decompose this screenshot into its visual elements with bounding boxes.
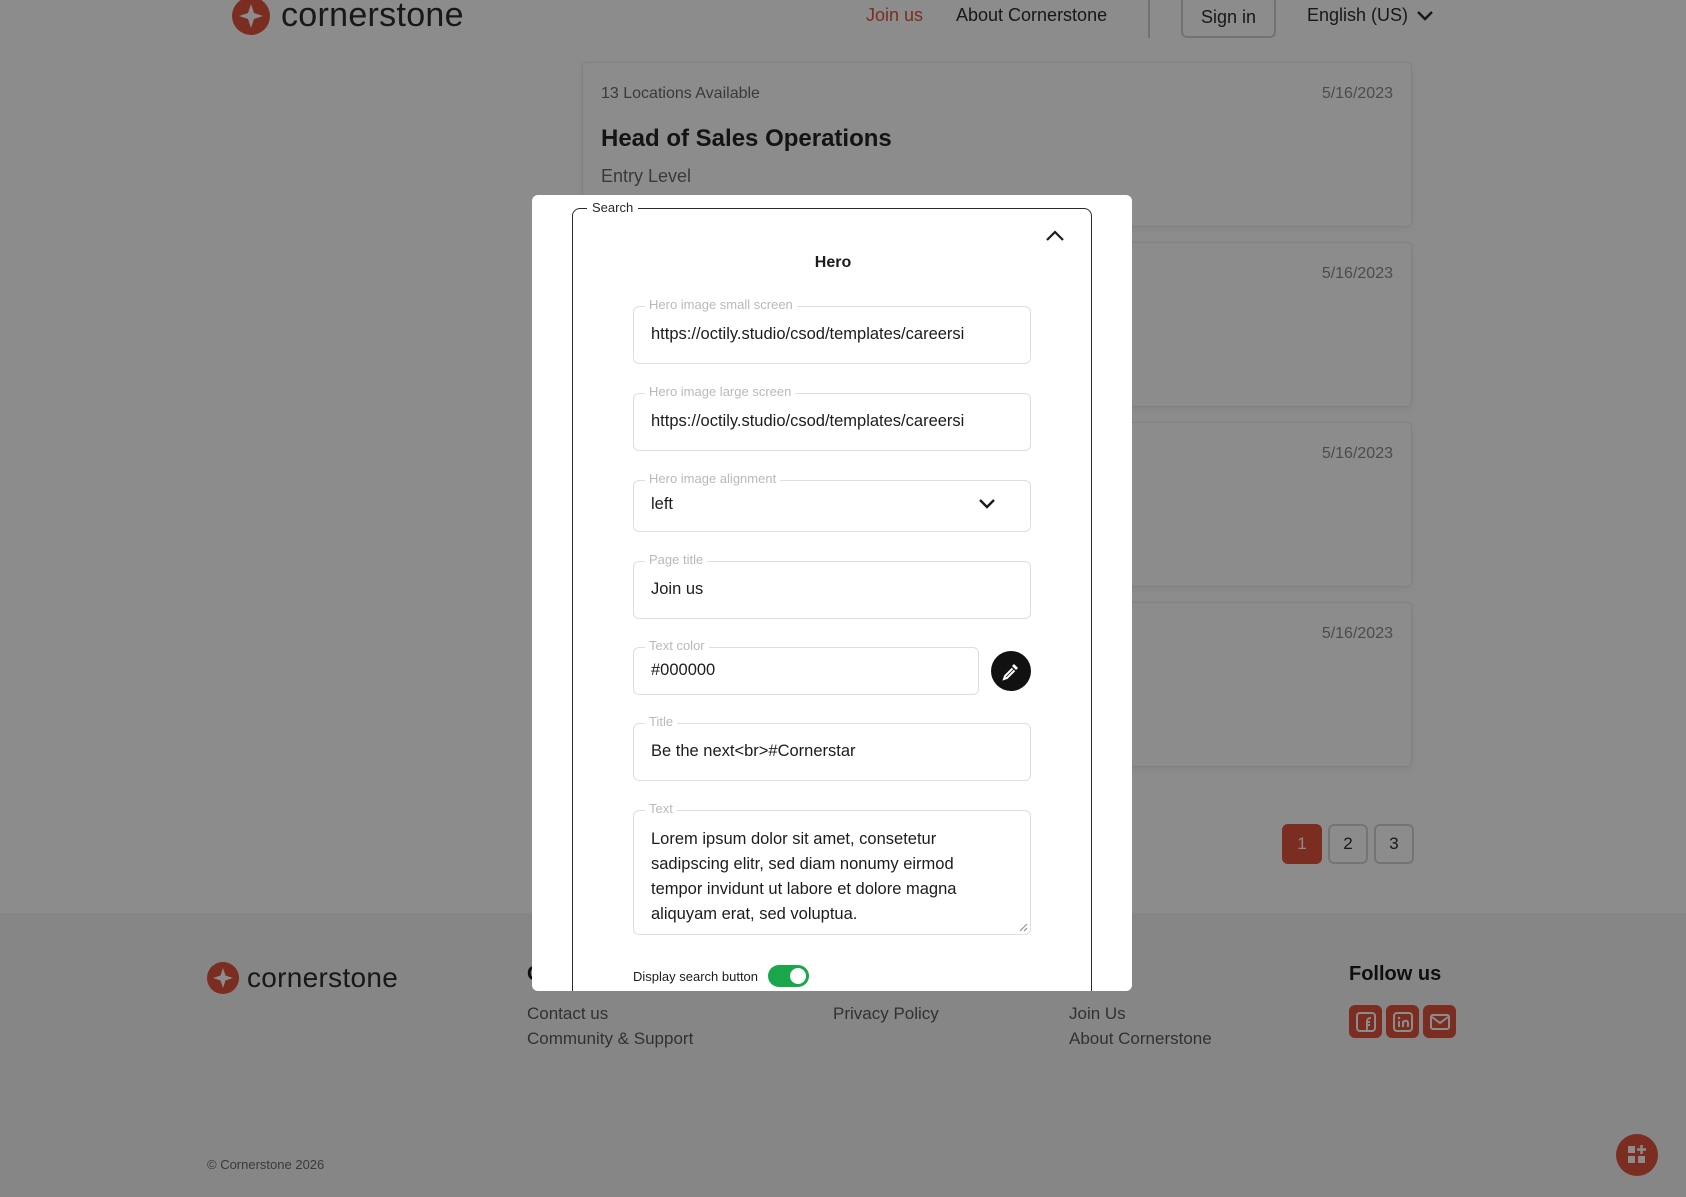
field-value[interactable]: #000000: [651, 661, 964, 680]
toggle-label: Display search button: [633, 968, 759, 984]
color-picker-button[interactable]: [991, 651, 1031, 691]
field-label: Hero image small screen: [645, 297, 797, 312]
toggle-knob: [790, 968, 807, 984]
fieldset-legend: Search: [587, 200, 639, 215]
eyedropper-icon: [1002, 664, 1018, 681]
field-label: Hero image alignment: [645, 471, 781, 486]
field-value[interactable]: Be the next<br>#Cornerstar: [651, 742, 1016, 761]
resize-grip-icon[interactable]: [1018, 922, 1028, 932]
chevron-down-icon: [979, 499, 995, 509]
textarea-value[interactable]: Lorem ipsum dolor sit amet, consetetur s…: [651, 827, 1006, 927]
search-fieldset: Search Hero Hero image small screen http…: [572, 200, 1092, 991]
display-search-toggle[interactable]: [768, 965, 810, 987]
text-color-field[interactable]: Text color #000000: [633, 638, 979, 695]
title-field[interactable]: Title Be the next<br>#Cornerstar: [633, 714, 1031, 781]
hero-image-alignment-select[interactable]: Hero image alignment left: [633, 471, 1031, 532]
display-search-button-row: Display search button: [633, 965, 810, 987]
text-area[interactable]: Text Lorem ipsum dolor sit amet, consete…: [633, 801, 1031, 935]
hero-image-small-field[interactable]: Hero image small screen https://octily.s…: [633, 297, 1031, 364]
field-value[interactable]: https://octily.studio/csod/templates/car…: [651, 325, 1016, 344]
settings-modal: Search Hero Hero image small screen http…: [532, 195, 1132, 991]
field-value[interactable]: Join us: [651, 580, 1016, 599]
chevron-up-icon: [1046, 230, 1064, 241]
field-label: Page title: [645, 552, 708, 567]
select-value: left: [651, 495, 674, 513]
field-label: Text: [645, 801, 677, 816]
page-title-field[interactable]: Page title Join us: [633, 552, 1031, 619]
field-label: Title: [645, 714, 678, 729]
field-label: Hero image large screen: [645, 384, 796, 399]
field-label: Text color: [645, 638, 709, 653]
hero-image-large-field[interactable]: Hero image large screen https://octily.s…: [633, 384, 1031, 451]
field-value[interactable]: https://octily.studio/csod/templates/car…: [651, 412, 1016, 431]
section-title: Hero: [814, 254, 852, 271]
collapse-button[interactable]: [1043, 224, 1067, 248]
